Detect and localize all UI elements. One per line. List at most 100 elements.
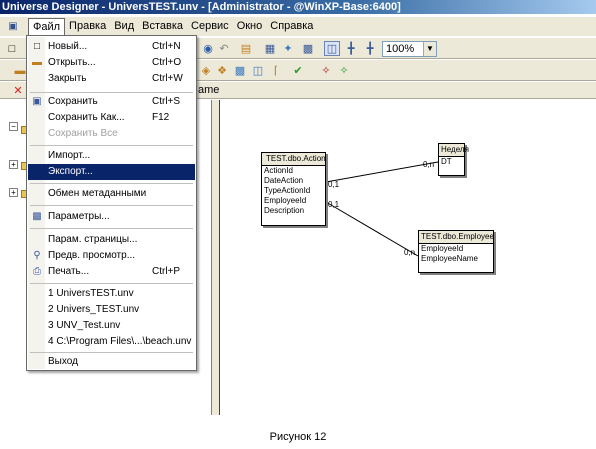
refresh-structure-icon[interactable]: ✧ [318,63,334,78]
table-week[interactable]: Неделя DT [438,143,469,176]
table-employee[interactable]: TEST.dbo.Employee EmployeeId EmployeeNam… [418,230,494,273]
menu-item-parameters[interactable]: ▩ Параметры... [28,209,195,225]
menu-view[interactable]: Вид [110,18,138,35]
chevron-down-icon[interactable]: ▼ [423,42,436,56]
menu-separator [30,352,193,353]
menu-item-label: Импорт... [48,150,91,161]
menu-window[interactable]: Окно [233,18,267,35]
menu-item-label: Выход [48,356,78,367]
menu-item-label: Обмен метаданными [48,188,147,199]
menu-separator [30,145,193,146]
menu-item-label: Новый... [48,41,88,52]
menu-separator [30,205,193,206]
menu-item-close[interactable]: Закрыть Ctrl+W [28,71,195,87]
hierarchy-icon[interactable]: ◫ [250,63,266,78]
menu-edit[interactable]: Правка [65,18,110,35]
menu-item-export[interactable]: Экспорт... [28,164,195,180]
cardinality-label: 0,1 [328,200,340,209]
join-lines [325,161,439,257]
zoom-select[interactable]: 100% ▼ [382,41,437,57]
menu-item-save-all: Сохранить Все [28,126,195,142]
insert-condition-icon[interactable]: ❖ [214,63,230,78]
column-item[interactable]: EmployeeName [419,254,493,264]
column-item[interactable]: ActionId [262,166,325,176]
file-menu-dropdown: □ Новый... Ctrl+N ▬ Открыть... Ctrl+O За… [26,35,197,371]
figure-caption: Рисунок 12 [269,431,327,443]
tree-expander[interactable]: + [9,160,18,169]
app-icon[interactable]: ▣ [4,19,22,34]
menu-item-metadata-exchange[interactable]: Обмен метаданными [28,186,195,202]
view-columns-icon[interactable]: ╋ [343,41,359,56]
table-title: TEST.dbo.Employee [419,231,494,244]
menu-item-open[interactable]: ▬ Открыть... Ctrl+O [28,55,195,71]
detect-contexts-icon[interactable]: ✧ [336,63,352,78]
tree-expander[interactable]: + [9,188,18,197]
menu-bar: ▣ Файл Правка Вид Вставка Сервис Окно Сп… [0,17,596,36]
name-field-fragment: ame [198,84,220,96]
menu-item-print[interactable]: ⎙ Печать... Ctrl+P [28,264,195,280]
cardinality-label: 0,n [423,160,435,169]
menu-item-page-setup[interactable]: Парам. страницы... [28,232,195,248]
menu-tools[interactable]: Сервис [187,18,233,35]
column-item[interactable]: Description [262,206,325,216]
print-preview-icon: ⚲ [33,250,41,261]
menu-item-label: Предв. просмотр... [48,250,136,261]
delete-icon[interactable]: ✕ [10,83,26,98]
join-icon[interactable]: ✦ [280,41,296,56]
menu-item-label: Закрыть [48,73,87,84]
window-title-bar: Universe Designer - UniversTEST.unv - [A… [0,0,596,14]
view-tables-icon[interactable]: ╋ [362,41,378,56]
key-icon[interactable]: ⌈ [268,63,284,78]
find-icon[interactable]: ◉ [200,41,216,56]
properties-icon[interactable]: ▤ [238,41,254,56]
table-browser-icon[interactable]: ▦ [262,41,278,56]
menu-item-shortcut: Ctrl+N [152,41,181,52]
menu-insert[interactable]: Вставка [138,18,187,35]
check-integrity-icon[interactable]: ✔ [290,63,306,78]
insert-object-icon[interactable]: ◈ [198,63,214,78]
arrange-icon[interactable]: ◫ [324,41,340,56]
menu-separator [30,92,193,93]
parameters-icon: ▩ [32,211,42,222]
menu-item-label: Параметры... [48,211,110,222]
cardinality-label: 0,1 [328,180,340,189]
table-title: Неделя [439,144,469,157]
menu-item-recent-4[interactable]: 4 C:\Program Files\...\beach.unv [28,334,195,350]
menu-item-save-as[interactable]: Сохранить Как... F12 [28,110,195,126]
menu-separator [30,283,193,284]
menu-file[interactable]: Файл [28,18,66,35]
screenshot: Universe Designer - UniversTEST.unv - [A… [0,0,596,415]
menu-item-recent-1[interactable]: 1 UniversTEST.unv [28,286,195,302]
pane-splitter[interactable] [212,100,220,415]
menu-item-label: Сохранить Как... [48,112,125,123]
menu-item-exit[interactable]: Выход [28,354,195,370]
insert-class-icon[interactable]: ▩ [232,63,248,78]
tree-expander[interactable]: − [9,122,18,131]
menu-item-print-preview[interactable]: ⚲ Предв. просмотр... [28,248,195,264]
column-item[interactable]: EmployeeId [419,244,493,254]
column-item[interactable]: DateAction [262,176,325,186]
menu-item-label: Открыть... [48,57,96,68]
cardinality-label: 0,n [404,248,416,257]
menu-item-label: 3 UNV_Test.unv [48,320,121,331]
menu-item-recent-3[interactable]: 3 UNV_Test.unv [28,318,195,334]
column-item[interactable]: TypeActionId [262,186,325,196]
menu-item-label: Сохранить [48,96,98,107]
menu-item-recent-2[interactable]: 2 Univers_TEST.unv [28,302,195,318]
new-icon: □ [33,41,41,52]
column-item[interactable]: EmployeeId [262,196,325,206]
menu-item-shortcut: Ctrl+P [152,266,181,277]
menu-help[interactable]: Справка [266,18,317,35]
menu-item-new[interactable]: □ Новый... Ctrl+N [28,39,195,55]
window-title: Universe Designer - UniversTEST.unv - [A… [2,1,401,13]
new-icon[interactable]: □ [4,41,20,56]
menu-item-save[interactable]: ▣ Сохранить Ctrl+S [28,94,195,110]
detect-icon[interactable]: ▩ [300,41,316,56]
structure-canvas[interactable]: TEST.dbo.Action ActionId DateAction Type… [220,100,596,415]
table-action[interactable]: TEST.dbo.Action ActionId DateAction Type… [261,152,326,226]
undo-icon[interactable]: ↶ [216,41,232,56]
menu-item-import[interactable]: Импорт... [28,148,195,164]
zoom-value: 100% [386,43,415,55]
save-icon: ▣ [32,96,42,107]
column-item[interactable]: DT [439,157,464,167]
